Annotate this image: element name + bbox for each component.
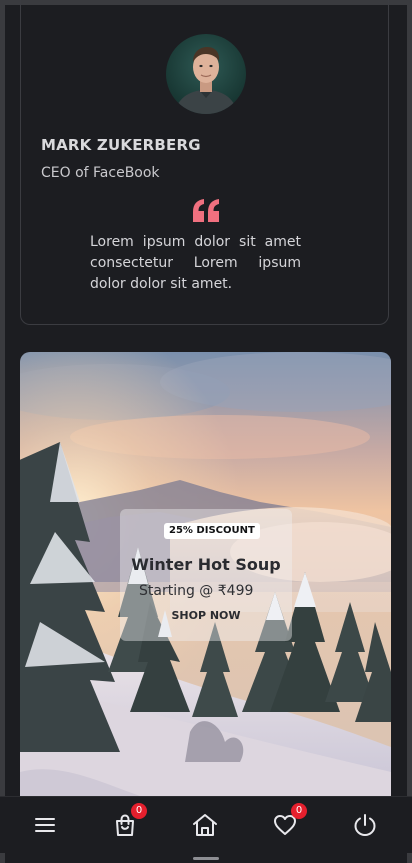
promo-banner[interactable]: 25% DISCOUNT Winter Hot Soup Starting @ … xyxy=(20,352,391,796)
menu-icon xyxy=(35,818,55,832)
home-icon xyxy=(193,814,217,836)
home-indicator xyxy=(193,857,219,860)
discount-badge: 25% DISCOUNT xyxy=(164,523,260,539)
nav-home-button[interactable] xyxy=(189,811,221,839)
quote-icon xyxy=(191,198,221,224)
testimonial-card: MARK ZUKERBERG CEO of FaceBook Lorem ips… xyxy=(20,0,389,325)
bottom-navigation: 0 0 xyxy=(0,796,412,853)
nav-cart-button[interactable]: 0 xyxy=(109,803,147,839)
nav-logout-button[interactable] xyxy=(349,811,381,839)
promo-title: Winter Hot Soup xyxy=(131,555,281,574)
nav-menu-button[interactable] xyxy=(29,811,61,839)
nav-wishlist-button[interactable]: 0 xyxy=(269,803,307,839)
power-icon xyxy=(354,814,376,837)
window-left-edge xyxy=(0,0,5,863)
wishlist-count-badge: 0 xyxy=(291,803,307,819)
person-title: CEO of FaceBook xyxy=(41,165,160,181)
avatar xyxy=(166,34,246,114)
promo-price: Starting @ ₹499 xyxy=(139,583,254,599)
app-screen: MARK ZUKERBERG CEO of FaceBook Lorem ips… xyxy=(0,0,412,863)
cart-count-badge: 0 xyxy=(131,803,147,819)
window-right-edge xyxy=(407,0,412,863)
shop-now-button[interactable]: SHOP NOW xyxy=(120,609,292,622)
testimonial-quote: Lorem ipsum dolor sit amet consectetur L… xyxy=(90,234,301,292)
person-name: MARK ZUKERBERG xyxy=(41,136,201,154)
promo-card: 25% DISCOUNT Winter Hot Soup Starting @ … xyxy=(120,509,292,641)
